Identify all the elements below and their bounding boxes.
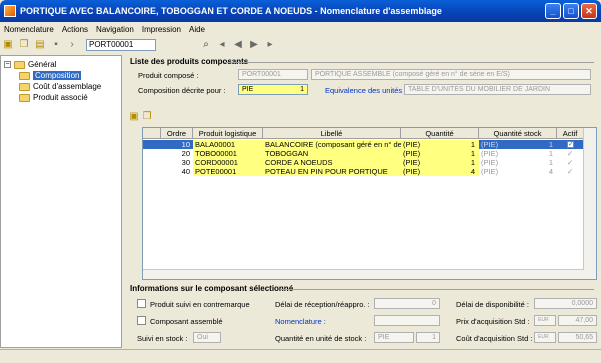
save-icon[interactable]: ▪: [50, 39, 62, 51]
search-icon[interactable]: ⌕: [200, 39, 212, 51]
col-ordre[interactable]: Ordre: [161, 128, 193, 139]
actif-checkbox[interactable]: ✓: [567, 141, 574, 148]
menu-actions[interactable]: Actions: [62, 25, 88, 34]
qte-unite-stock-value: 1: [416, 332, 440, 343]
suivi-stock-label: Suivi en stock :: [137, 334, 188, 343]
delai-reception-value: 0: [374, 298, 440, 309]
main-panel: Liste des produits composants Produit co…: [124, 55, 601, 348]
folder-icon: [19, 93, 30, 102]
first-icon[interactable]: ◂: [216, 39, 228, 51]
tree-item-produit-associe[interactable]: Produit associé: [19, 93, 88, 102]
suivi-stock-value: Oui: [193, 332, 221, 343]
divider: [280, 289, 594, 290]
equivalence-label[interactable]: Equivalence des unités :: [325, 86, 406, 95]
composition-label: Composition décrite pour :: [138, 86, 226, 95]
vertical-scrollbar[interactable]: [583, 128, 596, 279]
table-row[interactable]: 10 BALA00001 BALANCOIRE (composant géré …: [143, 140, 584, 149]
col-actif[interactable]: Actif: [557, 128, 584, 139]
undo-icon[interactable]: ›: [66, 39, 78, 51]
folder-icon: [14, 60, 25, 69]
last-icon[interactable]: ▸: [264, 39, 276, 51]
col-produit[interactable]: Produit logistique: [193, 128, 263, 139]
add-row-icon[interactable]: ▣: [128, 111, 140, 123]
cout-acq-value: 50,65: [558, 332, 597, 343]
open-icon[interactable]: ▤: [34, 39, 46, 51]
window-title: PORTIQUE AVEC BALANCOIRE, TOBOGGAN ET CO…: [20, 6, 442, 16]
delai-dispo-value: 0,0000: [534, 298, 597, 309]
maximize-button[interactable]: □: [563, 3, 579, 19]
app-icon: [4, 5, 16, 17]
minimize-button[interactable]: _: [545, 3, 561, 19]
status-bar: [0, 349, 601, 363]
cout-acq-label: Coût d'acquisition Std :: [456, 334, 533, 343]
table-row[interactable]: 20 TOBO00001 TOBOGGAN (PIE) 1 (PIE) 1 ✓: [143, 149, 584, 158]
produit-compose-desc: PORTIQUE ASSEMBLE (composé géré en n° de…: [311, 69, 591, 80]
prix-acq-label: Prix d'acquisition Std :: [456, 317, 530, 326]
folder-icon: [19, 71, 30, 80]
composition-qty[interactable]: 1: [286, 84, 308, 95]
tree-item-cout-assemblage[interactable]: Coût d'assemblage: [19, 82, 101, 91]
title-bar: PORTIQUE AVEC BALANCOIRE, TOBOGGAN ET CO…: [0, 0, 601, 22]
produit-compose-code: PORT00001: [238, 69, 308, 80]
row-header-col: [143, 128, 161, 139]
menu-navigation[interactable]: Navigation: [96, 25, 134, 34]
divider: [224, 62, 594, 63]
qte-unite-stock-unit: PIE: [374, 332, 414, 343]
assemble-label: Composant assemblé: [150, 317, 223, 326]
next-icon[interactable]: ▶: [248, 39, 260, 51]
actif-check[interactable]: ✓: [567, 158, 577, 167]
prix-acq-value: 47,00: [558, 315, 597, 326]
actif-check[interactable]: ✓: [567, 149, 577, 158]
col-libelle[interactable]: Libellé: [263, 128, 401, 139]
horizontal-scrollbar[interactable]: [143, 269, 584, 279]
grid-header: Ordre Produit logistique Libellé Quantit…: [143, 128, 584, 139]
navigation-tree: − Général Composition Coût d'assemblage …: [0, 55, 122, 348]
menu-bar: Nomenclature Actions Navigation Impressi…: [0, 22, 601, 36]
tree-root[interactable]: − Général: [4, 60, 56, 69]
close-button[interactable]: ✕: [581, 3, 597, 19]
toolbar: ▣ ❐ ▤ ▪ › PORT00001 ⌕ ◂ ◀ ▶ ▸: [0, 37, 601, 53]
actif-check[interactable]: ✓: [567, 167, 577, 176]
nomenclature-value: [374, 315, 440, 326]
qte-unite-stock-label: Quantité en unité de stock :: [275, 334, 367, 343]
collapse-icon[interactable]: −: [4, 61, 11, 68]
menu-impression[interactable]: Impression: [142, 25, 181, 34]
col-quantite[interactable]: Quantité: [401, 128, 479, 139]
prix-acq-currency: EUR: [534, 315, 556, 326]
assemble-checkbox[interactable]: [137, 316, 146, 325]
copy-icon[interactable]: ❐: [18, 39, 30, 51]
contremarque-checkbox[interactable]: [137, 299, 146, 308]
col-quantite-stock[interactable]: Quantité stock: [479, 128, 557, 139]
prev-icon[interactable]: ◀: [232, 39, 244, 51]
table-row[interactable]: 40 POTE00001 POTEAU EN PIN POUR PORTIQUE…: [143, 167, 584, 176]
menu-aide[interactable]: Aide: [189, 25, 205, 34]
code-input[interactable]: PORT00001: [86, 39, 156, 51]
table-row[interactable]: 30 CORD00001 CORDE A NOEUDS (PIE) 1 (PIE…: [143, 158, 584, 167]
new-icon[interactable]: ▣: [2, 39, 14, 51]
folder-icon: [19, 82, 30, 91]
produit-compose-label: Produit composé :: [138, 71, 199, 80]
menu-nomenclature[interactable]: Nomenclature: [4, 25, 54, 34]
cout-acq-currency: EUR: [534, 332, 556, 343]
contremarque-label: Produit suivi en contremarque: [150, 300, 250, 309]
delai-dispo-label: Délai de disponibilité :: [456, 300, 529, 309]
nomenclature-label[interactable]: Nomenclature :: [275, 317, 326, 326]
composants-grid: Ordre Produit logistique Libellé Quantit…: [142, 127, 597, 280]
delai-reception-label: Délai de réception/réappro. :: [275, 300, 370, 309]
section-title-info: Informations sur le composant sélectionn…: [130, 284, 294, 293]
tree-item-composition[interactable]: Composition: [19, 71, 82, 80]
equivalence-value: TABLE D'UNITES DU MOBILIER DE JARDIN: [404, 84, 591, 95]
edit-row-icon[interactable]: ❐: [141, 111, 153, 123]
